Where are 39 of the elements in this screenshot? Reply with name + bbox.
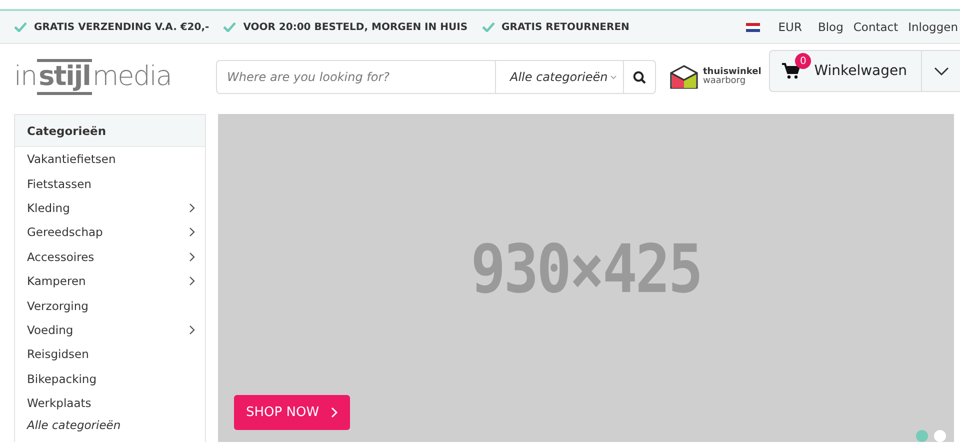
cart-button[interactable]: 0 Winkelwagen [770, 51, 922, 91]
check-icon [223, 22, 236, 32]
currency-selector[interactable]: EUR [778, 20, 802, 34]
shop-now-button[interactable]: SHOP NOW [234, 395, 350, 430]
chevron-down-icon [934, 66, 948, 76]
badge-subtitle: waarborg [703, 77, 747, 86]
category-item[interactable]: Gereedschap [15, 220, 205, 245]
search-icon [633, 70, 646, 84]
flag-icon[interactable] [746, 22, 760, 32]
site-logo[interactable]: instijlmedia [14, 56, 190, 98]
slider-dot[interactable] [934, 430, 946, 442]
chevron-right-icon [331, 407, 338, 418]
category-item[interactable]: Fietstassen [15, 171, 205, 196]
cart-count: 0 [795, 53, 812, 69]
top-link[interactable]: Contact [853, 20, 898, 34]
category-item[interactable]: Bikepacking [15, 366, 205, 391]
category-item[interactable]: Verzorging [15, 293, 205, 318]
house-icon [670, 65, 698, 89]
category-item[interactable]: Werkplaats [15, 390, 205, 416]
top-link[interactable]: Inloggen [908, 20, 958, 34]
cart-icon [782, 63, 800, 79]
top-link[interactable]: Blog [818, 20, 844, 34]
category-item[interactable]: Kleding [15, 196, 205, 220]
all-categories-link[interactable]: Alle categorieën [15, 415, 205, 436]
usp-text: VOOR 20:00 BESTELD, MORGEN IN HUIS [243, 22, 468, 32]
category-item[interactable]: Accessoires [15, 244, 205, 269]
usp-text: GRATIS RETOURNEREN [502, 22, 630, 32]
check-icon [482, 22, 495, 32]
slider-dot[interactable] [916, 430, 928, 442]
category-item[interactable]: Voeding [15, 318, 205, 342]
menu-heading: Categorieën [15, 115, 205, 147]
category-item[interactable]: Kamperen [15, 268, 205, 294]
search-field[interactable]: Where are you looking for? Alle categorieën [216, 60, 656, 94]
category-item[interactable]: Reisgidsen [15, 342, 205, 367]
category-item[interactable]: Vakantiefietsen [15, 147, 205, 172]
caret-icon [610, 74, 617, 80]
usp-text: GRATIS VERZENDING V.A. €20,- [34, 22, 210, 32]
check-icon [14, 22, 27, 32]
badge-title: thuiswinkel [703, 68, 762, 77]
